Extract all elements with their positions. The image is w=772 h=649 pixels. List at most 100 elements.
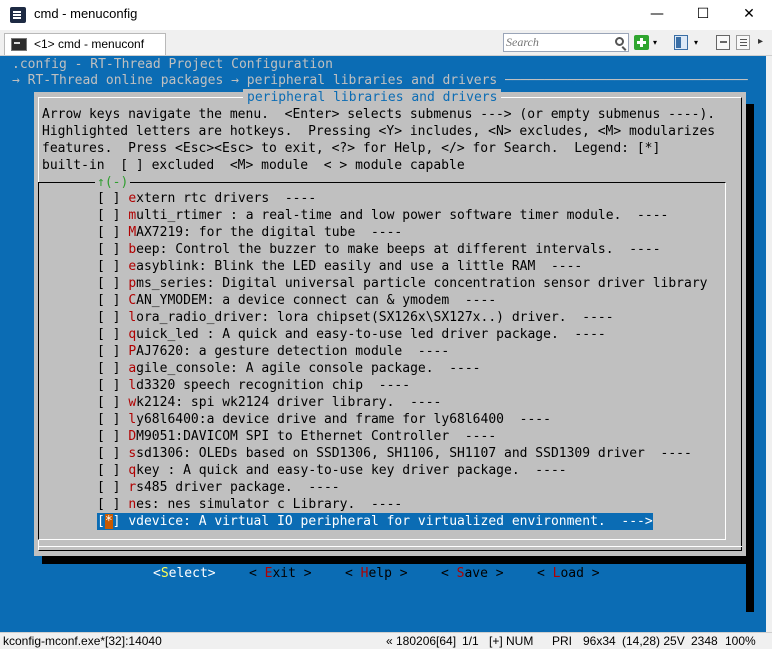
menu-item-label: device: A virtual IO peripheral for virt… bbox=[136, 514, 653, 529]
exit-button[interactable]: < Exit > bbox=[249, 565, 312, 582]
menu-item[interactable]: [ ] beep: Control the buzzer to make bee… bbox=[97, 241, 661, 258]
console-tab[interactable]: <1> cmd - menuconf bbox=[4, 33, 166, 55]
button-label: elect> bbox=[168, 566, 216, 581]
menu-item-hotkey: C bbox=[128, 293, 137, 308]
menu-item-label: M9051:DAVICOM SPI to Ethernet Controller… bbox=[136, 429, 497, 444]
menu-item[interactable]: [ ] MAX7219: for the digital tube ---- bbox=[97, 224, 402, 241]
checkbox[interactable]: [ ] bbox=[97, 480, 128, 495]
checkbox[interactable]: [ ] bbox=[97, 463, 128, 478]
menu-item-label: asyblink: Blink the LED easily and use a… bbox=[136, 259, 583, 274]
checkbox[interactable]: [ ] bbox=[97, 259, 128, 274]
tab-bar: <1> cmd - menuconf ▾ ▾ ▸ bbox=[0, 30, 772, 56]
load-button[interactable]: < Load > bbox=[537, 565, 600, 582]
dialog-shadow-bottom bbox=[42, 556, 754, 564]
new-console-icon[interactable] bbox=[634, 35, 649, 50]
help-text-line-2: Highlighted letters are hotkeys. Pressin… bbox=[42, 124, 716, 139]
menu-item[interactable]: [ ] ssd1306: OLEDs based on SSD1306, SH1… bbox=[97, 445, 692, 462]
button-divider bbox=[38, 546, 742, 547]
select-button[interactable]: <Select> bbox=[153, 565, 216, 582]
button-hotkey: S bbox=[160, 566, 169, 581]
menu-item[interactable]: [ ] nes: nes simulator c Library. ---- bbox=[97, 496, 402, 513]
buffer-info: « 180206[64] bbox=[386, 634, 457, 648]
console-index: 1/1 bbox=[462, 634, 479, 648]
menu-icon[interactable] bbox=[736, 35, 750, 50]
search-icon[interactable] bbox=[615, 37, 624, 46]
checkbox[interactable]: [ ] bbox=[97, 344, 128, 359]
button-bracket: < bbox=[153, 566, 161, 581]
close-button[interactable]: ✕ bbox=[726, 0, 772, 30]
checkbox[interactable]: [ ] bbox=[97, 497, 128, 512]
menu-item[interactable]: [ ] qkey : A quick and easy-to-use key d… bbox=[97, 462, 567, 479]
menu-item-hotkey: b bbox=[128, 242, 137, 257]
menu-item-label: es: nes simulator c Library. ---- bbox=[136, 497, 403, 512]
menu-item[interactable]: [ ] lora_radio_driver: lora chipset(SX12… bbox=[97, 309, 614, 326]
menu-item[interactable]: [ ] multi_rtimer : a real-time and low p… bbox=[97, 207, 668, 224]
button-label: oad > bbox=[560, 566, 600, 581]
menu-item[interactable]: [ ] PAJ7620: a gesture detection module … bbox=[97, 343, 449, 360]
search-input[interactable] bbox=[506, 35, 610, 50]
menu-item[interactable]: [ ] quick_led : A quick and easy-to-use … bbox=[97, 326, 606, 343]
menu-item-hotkey: s bbox=[128, 446, 137, 461]
menu-item-label: AN_YMODEM: a device connect can & ymodem… bbox=[136, 293, 497, 308]
minimize-button[interactable]: — bbox=[634, 0, 680, 30]
menu-item-label: ms_series: Digital universal particle co… bbox=[136, 276, 708, 291]
new-console-dropdown-icon[interactable]: ▾ bbox=[653, 38, 657, 47]
menu-item-label: ulti_rtimer : a real-time and low power … bbox=[136, 208, 669, 223]
menu-item-label: y68l6400:a device drive and frame for ly… bbox=[136, 412, 551, 427]
button-label: ave > bbox=[464, 566, 504, 581]
menu-item[interactable]: [ ] extern rtc drivers ---- bbox=[97, 190, 316, 207]
menu-item-selected[interactable]: [*] vdevice: A virtual IO peripheral for… bbox=[97, 513, 653, 530]
maximize-button[interactable]: ☐ bbox=[680, 0, 726, 30]
tab-label: <1> cmd - menuconf bbox=[34, 37, 145, 51]
menu-item-hotkey: M bbox=[128, 225, 137, 240]
menu-item[interactable]: [ ] agile_console: A agile console packa… bbox=[97, 360, 481, 377]
menu-item[interactable]: [ ] ld3320 speech recognition chip ---- bbox=[97, 377, 410, 394]
button-bracket: < bbox=[249, 566, 265, 581]
checkbox[interactable]: [ ] bbox=[97, 242, 128, 257]
checkbox[interactable]: [ ] bbox=[97, 293, 128, 308]
button-label: xit > bbox=[272, 566, 312, 581]
menu-item-hotkey: D bbox=[128, 429, 137, 444]
checkbox[interactable]: [ ] bbox=[97, 361, 128, 376]
menu-item-label: sd1306: OLEDs based on SSD1306, SH1106, … bbox=[136, 446, 692, 461]
checkbox[interactable]: [ ] bbox=[97, 191, 128, 206]
terminal-area[interactable]: .config - RT-Thread Project Configuratio… bbox=[0, 56, 766, 632]
checkbox[interactable]: [ ] bbox=[97, 412, 128, 427]
checkbox[interactable]: [ ] bbox=[97, 429, 128, 444]
menu-item[interactable]: [ ] pms_series: Digital universal partic… bbox=[97, 275, 708, 292]
menu-item[interactable]: [ ] wk2124: spi wk2124 driver library. -… bbox=[97, 394, 441, 411]
menu-item-label: d3320 speech recognition chip ---- bbox=[136, 378, 411, 393]
overflow-icon[interactable]: ▸ bbox=[758, 36, 768, 50]
menu-item[interactable]: [ ] rs485 driver package. ---- bbox=[97, 479, 340, 496]
help-button[interactable]: < Help > bbox=[345, 565, 408, 582]
layout-dropdown-icon[interactable]: ▾ bbox=[694, 38, 698, 47]
menu-item[interactable]: [ ] easyblink: Blink the LED easily and … bbox=[97, 258, 582, 275]
console-app-icon bbox=[10, 7, 26, 23]
button-bracket: < bbox=[345, 566, 361, 581]
menu-item[interactable]: [ ] DM9051:DAVICOM SPI to Ethernet Contr… bbox=[97, 428, 496, 445]
title-bar: cmd - menuconfig — ☐ ✕ bbox=[0, 0, 772, 30]
menu-item-label: AX7219: for the digital tube ---- bbox=[136, 225, 403, 240]
checkbox[interactable]: [ ] bbox=[97, 276, 128, 291]
checkbox[interactable]: [ ] bbox=[97, 446, 128, 461]
search-box[interactable] bbox=[503, 33, 629, 52]
vertical-scrollbar[interactable] bbox=[766, 56, 772, 632]
menu-item[interactable]: [ ] ly68l6400:a device drive and frame f… bbox=[97, 411, 551, 428]
scroll-up-indicator: ↑(-) bbox=[95, 174, 131, 191]
checkbox[interactable]: [ ] bbox=[97, 208, 128, 223]
menu-item-label: AJ7620: a gesture detection module ---- bbox=[136, 344, 450, 359]
menu-item-label: uick_led : A quick and easy-to-use led d… bbox=[136, 327, 606, 342]
checkbox[interactable]: [ ] bbox=[97, 327, 128, 342]
split-layout-icon[interactable] bbox=[674, 35, 688, 50]
help-text-line-4: built-in [ ] excluded <M> module < > mod… bbox=[42, 158, 465, 173]
save-button[interactable]: < Save > bbox=[441, 565, 504, 582]
menu-item-label: gile_console: A agile console package. -… bbox=[136, 361, 481, 376]
menu-item[interactable]: [ ] CAN_YMODEM: a device connect can & y… bbox=[97, 292, 496, 309]
checkbox[interactable]: [ ] bbox=[97, 225, 128, 240]
checkbox[interactable]: [ ] bbox=[97, 310, 128, 325]
checkbox[interactable]: [ ] bbox=[97, 395, 128, 410]
minimize-panel-icon[interactable] bbox=[716, 35, 730, 50]
checkbox[interactable]: [ ] bbox=[97, 378, 128, 393]
num-lock-status: [+] NUM bbox=[489, 634, 534, 648]
checkbox[interactable]: [ bbox=[97, 514, 105, 529]
